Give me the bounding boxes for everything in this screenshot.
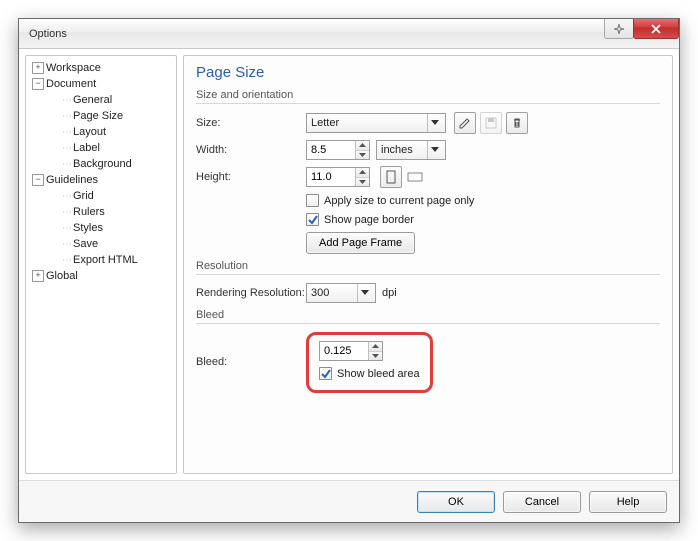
tree-item-label[interactable]: ⋯Label xyxy=(28,140,174,156)
rendering-label: Rendering Resolution: xyxy=(196,287,306,299)
bleed-input[interactable] xyxy=(320,342,368,360)
checkbox-icon xyxy=(319,367,332,380)
spin-down-icon[interactable] xyxy=(356,151,369,160)
divider xyxy=(196,103,660,104)
pin-button[interactable] xyxy=(604,19,634,39)
titlebar[interactable]: Options xyxy=(19,19,679,49)
window-title: Options xyxy=(29,28,67,40)
show-border-checkbox[interactable]: Show page border xyxy=(306,213,414,226)
spin-up-icon[interactable] xyxy=(369,342,382,352)
width-label: Width: xyxy=(196,144,306,156)
spin-down-icon[interactable] xyxy=(356,178,369,187)
spin-up-icon[interactable] xyxy=(356,168,369,178)
collapse-icon[interactable]: − xyxy=(32,78,44,90)
ok-button[interactable]: OK xyxy=(417,491,495,513)
checkbox-icon xyxy=(306,213,319,226)
bleed-group-label: Bleed xyxy=(196,309,660,321)
resolution-select[interactable]: 300 xyxy=(306,283,376,303)
content-pane: Page Size Size and orientation Size: Let… xyxy=(183,55,673,474)
collapse-icon[interactable]: − xyxy=(32,174,44,186)
show-bleed-checkbox[interactable]: Show bleed area xyxy=(319,367,420,380)
checkbox-icon xyxy=(306,194,319,207)
tree-item-background[interactable]: ⋯Background xyxy=(28,156,174,172)
save-size-button[interactable] xyxy=(480,112,502,134)
bleed-highlight: Show bleed area xyxy=(306,332,433,393)
units-select[interactable]: inches xyxy=(376,140,446,160)
tree-item-global[interactable]: + Global xyxy=(28,268,174,284)
tree-item-general[interactable]: ⋯General xyxy=(28,92,174,108)
tree-item-workspace[interactable]: + Workspace xyxy=(28,60,174,76)
tree-item-export-html[interactable]: ⋯Export HTML xyxy=(28,252,174,268)
chevron-down-icon xyxy=(357,284,371,302)
bleed-label: Bleed: xyxy=(196,356,306,368)
expand-icon[interactable]: + xyxy=(32,270,44,282)
bleed-spinner[interactable] xyxy=(319,341,383,361)
height-spinner[interactable] xyxy=(306,167,370,187)
page-title: Page Size xyxy=(196,64,660,81)
tree-item-guidelines[interactable]: − Guidelines xyxy=(28,172,174,188)
tree-item-rulers[interactable]: ⋯Rulers xyxy=(28,204,174,220)
height-label: Height: xyxy=(196,171,306,183)
apply-current-checkbox[interactable]: Apply size to current page only xyxy=(306,194,474,207)
resolution-group-label: Resolution xyxy=(196,260,660,272)
spin-down-icon[interactable] xyxy=(369,352,382,361)
edit-size-button[interactable] xyxy=(454,112,476,134)
width-input[interactable] xyxy=(307,141,355,159)
dialog-footer: OK Cancel Help xyxy=(19,480,679,522)
size-select[interactable]: Letter xyxy=(306,113,446,133)
divider xyxy=(196,274,660,275)
cancel-button[interactable]: Cancel xyxy=(503,491,581,513)
chevron-down-icon xyxy=(427,141,441,159)
height-input[interactable] xyxy=(307,168,355,186)
size-group-label: Size and orientation xyxy=(196,89,660,101)
landscape-button[interactable] xyxy=(406,166,424,188)
tree-item-save[interactable]: ⋯Save xyxy=(28,236,174,252)
close-button[interactable] xyxy=(633,19,679,39)
size-label: Size: xyxy=(196,117,306,129)
expand-icon[interactable]: + xyxy=(32,62,44,74)
divider xyxy=(196,323,660,324)
tree-item-document[interactable]: − Document xyxy=(28,76,174,92)
tree-item-layout[interactable]: ⋯Layout xyxy=(28,124,174,140)
help-button[interactable]: Help xyxy=(589,491,667,513)
width-spinner[interactable] xyxy=(306,140,370,160)
spin-up-icon[interactable] xyxy=(356,141,369,151)
tree-item-page-size[interactable]: ⋯Page Size xyxy=(28,108,174,124)
tree-item-styles[interactable]: ⋯Styles xyxy=(28,220,174,236)
delete-size-button[interactable] xyxy=(506,112,528,134)
category-tree[interactable]: + Workspace − Document ⋯General ⋯Page Si… xyxy=(25,55,177,474)
tree-item-grid[interactable]: ⋯Grid xyxy=(28,188,174,204)
chevron-down-icon xyxy=(427,114,441,132)
add-page-frame-button[interactable]: Add Page Frame xyxy=(306,232,415,254)
options-dialog: Options + Workspace − Document ⋯Ge xyxy=(18,18,680,523)
resolution-unit: dpi xyxy=(382,287,397,299)
portrait-button[interactable] xyxy=(380,166,402,188)
